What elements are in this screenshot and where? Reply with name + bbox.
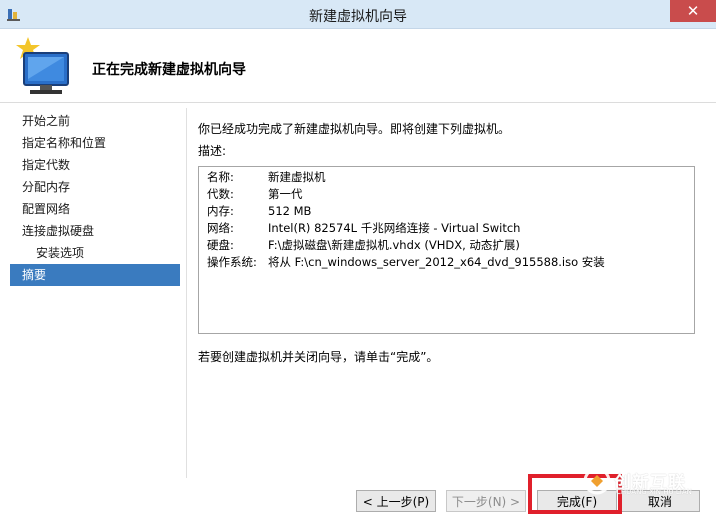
close-button[interactable]: ✕	[670, 0, 716, 22]
title-bar: 新建虚拟机向导 ✕	[0, 0, 716, 29]
summary-row-operating-system: 操作系统: 将从 F:\cn_windows_server_2012_x64_d…	[199, 254, 694, 271]
summary-key: 代数:	[207, 187, 234, 201]
step-name-and-location[interactable]: 指定名称和位置	[10, 132, 180, 154]
description-label: 描述:	[198, 144, 227, 158]
step-summary[interactable]: 摘要	[10, 264, 180, 286]
summary-key: 硬盘:	[207, 238, 234, 252]
next-button[interactable]: 下一步(N) >	[446, 490, 526, 512]
step-installation-options[interactable]: 安装选项	[10, 242, 180, 264]
summary-value: Intel(R) 82574L 千兆网络连接 - Virtual Switch	[268, 221, 521, 235]
summary-row-name: 名称: 新建虚拟机	[199, 169, 694, 186]
summary-row-memory: 内存: 512 MB	[199, 203, 694, 220]
summary-row-generation: 代数: 第一代	[199, 186, 694, 203]
page-heading: 正在完成新建虚拟机向导	[92, 62, 246, 78]
summary-value: 新建虚拟机	[268, 170, 326, 184]
summary-key: 网络:	[207, 221, 234, 235]
step-networking[interactable]: 配置网络	[10, 198, 180, 220]
watermark-subtext: CHUANG XIN HU LIAN	[616, 488, 692, 496]
summary-value: 512 MB	[268, 204, 312, 218]
summary-key: 操作系统:	[207, 255, 257, 269]
watermark: 创新互联 CHUANG XIN HU LIAN	[578, 460, 716, 500]
summary-value: F:\虚拟磁盘\新建虚拟机.vhdx (VHDX, 动态扩展)	[268, 238, 520, 252]
nav-divider	[186, 108, 187, 478]
summary-key: 名称:	[207, 170, 234, 184]
summary-row-network: 网络: Intel(R) 82574L 千兆网络连接 - Virtual Swi…	[199, 220, 694, 237]
step-generation[interactable]: 指定代数	[10, 154, 180, 176]
step-virtual-hard-disk[interactable]: 连接虚拟硬盘	[10, 220, 180, 242]
step-before-you-begin[interactable]: 开始之前	[10, 110, 180, 132]
previous-button[interactable]: < 上一步(P)	[356, 490, 436, 512]
window-title: 新建虚拟机向导	[309, 9, 407, 25]
summary-value: 将从 F:\cn_windows_server_2012_x64_dvd_915…	[268, 255, 605, 269]
wizard-header: 正在完成新建虚拟机向导	[0, 29, 716, 103]
intro-text: 你已经成功完成了新建虚拟机向导。即将创建下列虚拟机。	[198, 122, 511, 136]
finish-instruction: 若要创建虚拟机并关闭向导，请单击“完成”。	[198, 350, 439, 364]
summary-textbox[interactable]: 名称: 新建虚拟机 代数: 第一代 内存: 512 MB 网络: Intel(R…	[198, 166, 695, 334]
new-vm-wizard-icon	[16, 37, 69, 94]
step-memory[interactable]: 分配内存	[10, 176, 180, 198]
summary-row-hard-disk: 硬盘: F:\虚拟磁盘\新建虚拟机.vhdx (VHDX, 动态扩展)	[199, 237, 694, 254]
summary-key: 内存:	[207, 204, 234, 218]
wizard-steps-nav: 开始之前 指定名称和位置 指定代数 分配内存 配置网络 连接虚拟硬盘 安装选项 …	[10, 110, 180, 286]
summary-value: 第一代	[268, 187, 303, 201]
watermark-logo-icon	[583, 467, 611, 495]
